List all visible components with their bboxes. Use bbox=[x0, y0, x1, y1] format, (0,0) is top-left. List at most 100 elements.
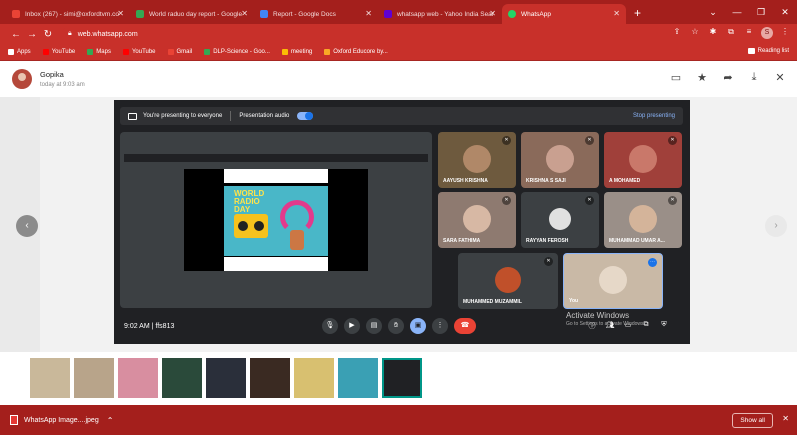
stop-presenting-button: Stop presenting bbox=[632, 113, 675, 119]
presentation-audio-toggle bbox=[297, 112, 314, 120]
bookmark-meeting[interactable]: meeting bbox=[281, 49, 313, 55]
close-tab-icon[interactable]: ✕ bbox=[613, 9, 620, 18]
media-thumbnail[interactable] bbox=[30, 358, 70, 398]
forward-icon[interactable]: ➦ bbox=[721, 71, 735, 84]
slide-bottom-band bbox=[224, 257, 328, 271]
close-tab-icon[interactable]: ✕ bbox=[489, 9, 496, 18]
bookmark-youtube-2[interactable]: YouTube bbox=[122, 49, 156, 55]
bookmark-oxford[interactable]: Oxford Educore by... bbox=[324, 49, 388, 55]
minimize-icon[interactable]: — bbox=[725, 0, 749, 24]
media-thumbnail[interactable] bbox=[74, 358, 114, 398]
bookmark-gmail[interactable]: Gmail bbox=[167, 49, 192, 55]
close-window-icon[interactable]: ✕ bbox=[773, 0, 797, 24]
reading-list-button[interactable]: Reading list bbox=[747, 48, 789, 54]
participant-face bbox=[629, 204, 657, 233]
more-options-icon: ⋯ bbox=[648, 258, 657, 267]
tab-docs[interactable]: Report - Google Docs ✕ bbox=[254, 4, 378, 24]
star-icon[interactable]: ★ bbox=[695, 71, 709, 84]
toolbar: ← → ↻ 🔒︎ web.whatsapp.com ⇪ ☆ ✱ ⧉ ≡ S ⋮ bbox=[0, 24, 797, 44]
next-arrow-button[interactable]: › bbox=[765, 215, 787, 237]
chevron-up-icon[interactable]: ⌃ bbox=[107, 416, 114, 425]
media-thumbnail[interactable] bbox=[338, 358, 378, 398]
media-icon[interactable]: ≡ bbox=[743, 27, 755, 39]
maximize-icon[interactable]: ❐ bbox=[749, 0, 773, 24]
yahoo-icon bbox=[384, 10, 392, 18]
raise-hand-icon: ✋︎ bbox=[388, 318, 404, 334]
close-tab-icon[interactable]: ✕ bbox=[241, 9, 248, 18]
participant-face bbox=[463, 204, 491, 233]
media-thumbnail[interactable] bbox=[250, 358, 290, 398]
bookmark-star-icon[interactable]: ☆ bbox=[689, 27, 701, 39]
headphones-graphic bbox=[280, 200, 314, 234]
participant-name: KRISHNA S SAJI bbox=[526, 178, 566, 184]
tab-whatsapp[interactable]: WhatsApp ✕ bbox=[502, 4, 626, 24]
mic-muted-icon: ✕ bbox=[502, 196, 511, 205]
forward-icon[interactable]: → bbox=[24, 29, 40, 40]
menu-icon[interactable]: ⋮ bbox=[779, 27, 791, 39]
reload-icon[interactable]: ↻ bbox=[40, 29, 56, 40]
bookmark-youtube[interactable]: YouTube bbox=[42, 49, 75, 55]
bookmark-label: meeting bbox=[290, 49, 313, 55]
whatsapp-icon bbox=[508, 10, 516, 18]
participant-tile: ✕ A MOHAMED bbox=[604, 132, 682, 188]
bookmark-maps[interactable]: Maps bbox=[87, 49, 111, 55]
tab-title: World raduo day report - Google bbox=[149, 10, 243, 18]
youtube-icon bbox=[42, 49, 49, 55]
close-icon[interactable]: ✕ bbox=[782, 414, 789, 423]
mic-muted-icon: ✕ bbox=[585, 136, 594, 145]
gmail-icon bbox=[12, 10, 20, 18]
watermark-subtitle: Go to Settings to activate Windows. bbox=[566, 321, 645, 327]
media-thumbnail-selected[interactable] bbox=[382, 358, 422, 398]
participant-face bbox=[599, 265, 627, 294]
media-thumbnail[interactable] bbox=[206, 358, 246, 398]
host-controls-icon: ⛨ bbox=[661, 321, 667, 328]
more-options-icon: ⋮ bbox=[432, 318, 448, 334]
media-thumbnail[interactable] bbox=[294, 358, 334, 398]
extension-icon[interactable]: ✱ bbox=[707, 27, 719, 39]
microphone-graphic bbox=[290, 230, 304, 250]
presentation-slide: WORLD RADIO DAY bbox=[184, 169, 368, 271]
presenting-banner: You're presenting to everyone Presentati… bbox=[120, 107, 683, 125]
tab-gmail[interactable]: Inbox (267) - simi@oxfordtvm.co ✕ bbox=[6, 4, 130, 24]
extensions-puzzle-icon[interactable]: ⧉ bbox=[725, 27, 737, 39]
bookmark-label: Apps bbox=[17, 49, 31, 55]
bookmark-dlp-science[interactable]: DLP-Science - Goo... bbox=[204, 49, 270, 55]
address-bar[interactable]: 🔒︎ web.whatsapp.com bbox=[62, 27, 702, 41]
previous-arrow-button[interactable]: ‹ bbox=[16, 215, 38, 237]
close-icon[interactable]: ✕ bbox=[773, 71, 787, 84]
participant-name: MUHAMMED MUZAMMIL bbox=[463, 299, 522, 305]
sender-avatar[interactable] bbox=[12, 69, 32, 89]
bookmark-apps[interactable]: Apps bbox=[8, 49, 31, 55]
bookmark-label: YouTube bbox=[131, 49, 156, 55]
participant-name: MUHAMMAD UMAR A... bbox=[609, 238, 665, 244]
close-tab-icon[interactable]: ✕ bbox=[117, 9, 124, 18]
tab-title: whatsapp web - Yahoo India Sear bbox=[397, 10, 494, 18]
media-thumbnail[interactable] bbox=[118, 358, 158, 398]
tab-title: Inbox (267) - simi@oxfordtvm.co bbox=[25, 10, 120, 18]
back-icon[interactable]: ← bbox=[8, 29, 24, 40]
participant-face bbox=[546, 144, 574, 173]
watermark-title: Activate Windows bbox=[566, 311, 630, 320]
reading-list-icon bbox=[747, 48, 755, 54]
tab-search-icon[interactable]: ⌄ bbox=[701, 0, 725, 24]
tab-yahoo[interactable]: whatsapp web - Yahoo India Sear ✕ bbox=[378, 4, 502, 24]
tab-strip: Inbox (267) - simi@oxfordtvm.co ✕ World r… bbox=[0, 0, 797, 24]
presenting-text: You're presenting to everyone bbox=[143, 113, 223, 119]
participant-name: A MOHAMED bbox=[609, 178, 641, 184]
download-icon[interactable]: ⤓ bbox=[747, 71, 761, 84]
profile-avatar[interactable]: S bbox=[761, 27, 773, 39]
media-thumbnail[interactable] bbox=[162, 358, 202, 398]
show-all-button[interactable]: Show all bbox=[732, 413, 773, 428]
window-controls: ⌄ — ❐ ✕ bbox=[701, 0, 797, 24]
radio-graphic bbox=[234, 214, 268, 238]
mic-muted-icon: ✕ bbox=[668, 136, 677, 145]
new-tab-button[interactable]: + bbox=[634, 4, 641, 24]
reading-list-label: Reading list bbox=[757, 48, 789, 54]
close-tab-icon[interactable]: ✕ bbox=[365, 9, 372, 18]
bookmark-label: Maps bbox=[96, 49, 111, 55]
share-icon[interactable]: ⇪ bbox=[671, 27, 683, 39]
download-filename[interactable]: WhatsApp Image....jpeg bbox=[24, 417, 99, 424]
tab-sheets[interactable]: World raduo day report - Google ✕ bbox=[130, 4, 254, 24]
go-to-message-icon[interactable]: ▭ bbox=[669, 71, 683, 84]
participant-avatar bbox=[495, 266, 521, 293]
